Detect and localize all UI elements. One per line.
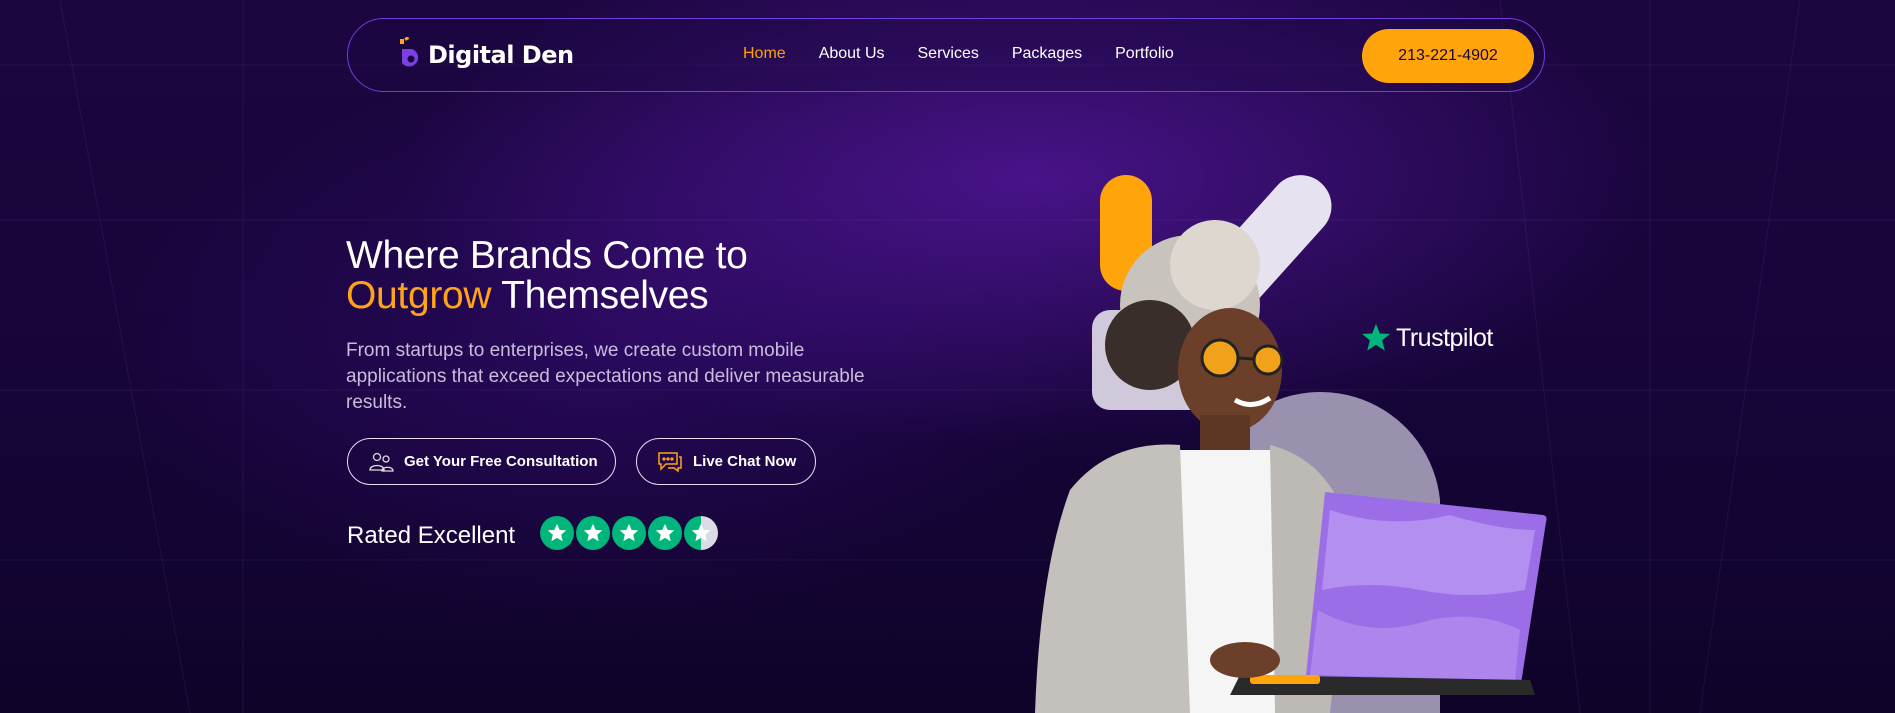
rating-stars: [540, 516, 718, 550]
star-icon: [576, 516, 610, 550]
rated-label: Rated Excellent: [347, 522, 516, 549]
nav-services[interactable]: Services: [918, 45, 979, 63]
star-icon: [540, 516, 574, 550]
logo-icon: [400, 37, 419, 67]
trustpilot-star-icon: [1362, 324, 1390, 351]
background-grid: [0, 0, 1895, 713]
nav-portfolio[interactable]: Portfolio: [1115, 45, 1174, 63]
star-icon: [648, 516, 682, 550]
top-navbar: Digital Den Home About Us Services Packa…: [347, 18, 1545, 92]
brand-name: Digital Den: [428, 41, 574, 69]
headline-line-2: Outgrow Themselves: [346, 276, 748, 316]
brand-logo[interactable]: Digital Den: [398, 34, 574, 76]
headline-rest: Themselves: [491, 274, 709, 317]
star-icon: [612, 516, 646, 550]
chat-bubble-icon: [658, 451, 682, 472]
headline-highlight: Outgrow: [346, 274, 492, 317]
headline-line-1: Where Brands Come to: [346, 234, 748, 277]
live-chat-button[interactable]: Live Chat Now: [636, 438, 816, 485]
hero-headline: Where Brands Come to Outgrow Themselves: [346, 236, 748, 316]
trustpilot-label: Trustpilot: [1396, 323, 1493, 352]
main-menu: Home About Us Services Packages Portfoli…: [743, 45, 1207, 63]
nav-packages[interactable]: Packages: [1012, 45, 1082, 63]
nav-about-us[interactable]: About Us: [819, 45, 885, 63]
live-chat-button-label: Live Chat Now: [693, 453, 797, 470]
woman-with-laptop: [1035, 220, 1547, 713]
consultation-button[interactable]: Get Your Free Consultation: [347, 438, 616, 485]
phone-button[interactable]: 213-221-4902: [1362, 29, 1534, 83]
hero-illustration: [1035, 175, 1547, 713]
trustpilot-badge[interactable]: Trustpilot: [1360, 322, 1493, 354]
consultation-people-icon: [369, 452, 394, 472]
nav-home[interactable]: Home: [743, 45, 786, 63]
hero-subtext: From startups to enterprises, we create …: [346, 340, 865, 413]
consultation-button-label: Get Your Free Consultation: [404, 453, 598, 470]
half-star-icon: [684, 516, 718, 550]
